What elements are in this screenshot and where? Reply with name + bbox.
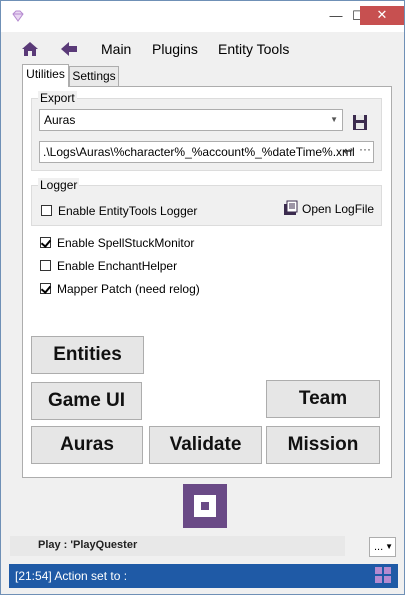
back-arrow-icon[interactable] xyxy=(59,39,79,59)
play-status-text: Play : 'PlayQuester xyxy=(38,539,138,551)
menu-plugins[interactable]: Plugins xyxy=(152,41,198,57)
tab-settings[interactable]: Settings xyxy=(69,66,119,87)
enchant-helper-label: Enable EnchantHelper xyxy=(57,259,178,273)
title-bar: — ☐ ✕ xyxy=(1,1,404,32)
enable-logger-label: Enable EntityTools Logger xyxy=(58,204,198,218)
status-text: [21:54] Action set to : xyxy=(15,569,128,583)
export-path-input[interactable]: .\Logs\Auras\%character%_%account%_%date… xyxy=(39,141,374,163)
menu-bar: Main Plugins Entity Tools xyxy=(2,34,403,64)
grid-icon[interactable] xyxy=(374,566,392,584)
checkbox-box xyxy=(40,237,51,248)
logo-center xyxy=(201,502,209,510)
play-status-bar: Play : 'PlayQuester xyxy=(10,536,345,556)
diamond-icon xyxy=(12,10,24,22)
export-group-label: Export xyxy=(38,91,77,105)
validate-button[interactable]: Validate xyxy=(149,426,262,464)
status-bar: [21:54] Action set to : xyxy=(9,564,398,588)
tab-utilities[interactable]: Utilities xyxy=(22,64,69,87)
save-icon[interactable] xyxy=(352,113,368,131)
spellstuck-monitor-label: Enable SpellStuckMonitor xyxy=(57,236,195,250)
checkbox-box xyxy=(41,205,52,216)
checkbox-box xyxy=(40,260,51,271)
mapper-patch-label: Mapper Patch (need relog) xyxy=(57,282,200,296)
minimize-button[interactable]: — xyxy=(326,1,346,32)
app-logo-icon xyxy=(183,484,227,528)
export-type-value: Auras xyxy=(44,113,76,127)
menu-entity-tools[interactable]: Entity Tools xyxy=(218,41,289,57)
logger-group-label: Logger xyxy=(38,178,80,192)
main-window: — ☐ ✕ Main Plugins Entity Tools Utilitie… xyxy=(0,0,405,595)
chevron-down-icon: ▼ xyxy=(330,115,338,124)
auras-button[interactable]: Auras xyxy=(31,426,143,464)
play-dropdown-value: ... xyxy=(374,541,384,553)
undo-icon[interactable]: ↩ xyxy=(343,144,353,158)
home-icon[interactable] xyxy=(20,39,40,59)
chevron-down-icon: ▼ xyxy=(385,542,393,551)
mission-button[interactable]: Mission xyxy=(266,426,380,464)
export-type-select[interactable]: Auras ▼ xyxy=(39,109,343,131)
checkbox-box xyxy=(40,283,51,294)
entities-button[interactable]: Entities xyxy=(31,336,144,374)
browse-button[interactable]: ··· xyxy=(359,142,371,156)
game-ui-button[interactable]: Game UI xyxy=(31,382,142,420)
team-button[interactable]: Team xyxy=(266,380,380,418)
log-file-icon xyxy=(284,200,298,215)
open-logfile-label: Open LogFile xyxy=(302,202,375,216)
export-path-value: .\Logs\Auras\%character%_%account%_%date… xyxy=(43,145,355,159)
menu-main[interactable]: Main xyxy=(101,41,131,57)
play-options-dropdown[interactable]: ... ▼ xyxy=(369,537,396,557)
close-button[interactable]: ✕ xyxy=(360,6,404,25)
